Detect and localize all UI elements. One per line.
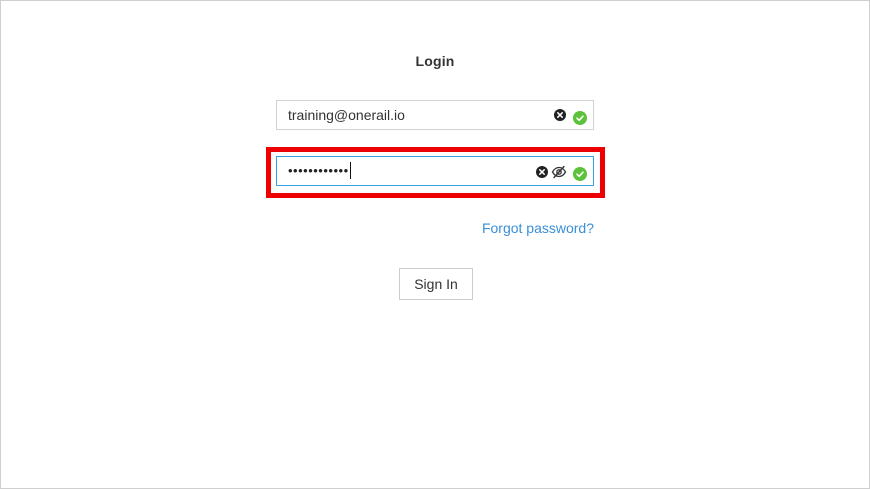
password-masked-text: •••••••••••• (288, 163, 349, 178)
text-cursor (349, 162, 351, 180)
valid-check-icon (573, 111, 587, 125)
forgot-password-link[interactable]: Forgot password? (482, 220, 594, 236)
email-value: training@onerail.io (288, 107, 405, 123)
password-field[interactable]: •••••••••••• (276, 156, 594, 186)
login-page: Login training@onerail.io •••••••••••• F… (0, 0, 870, 489)
eye-slash-icon[interactable] (551, 165, 567, 179)
password-value: •••••••••••• (288, 157, 351, 185)
clear-icon[interactable] (554, 109, 566, 121)
sign-in-button[interactable]: Sign In (399, 268, 473, 300)
page-title: Login (415, 53, 455, 69)
clear-icon[interactable] (536, 166, 548, 178)
valid-check-icon (573, 167, 587, 181)
email-field[interactable]: training@onerail.io (276, 100, 594, 130)
